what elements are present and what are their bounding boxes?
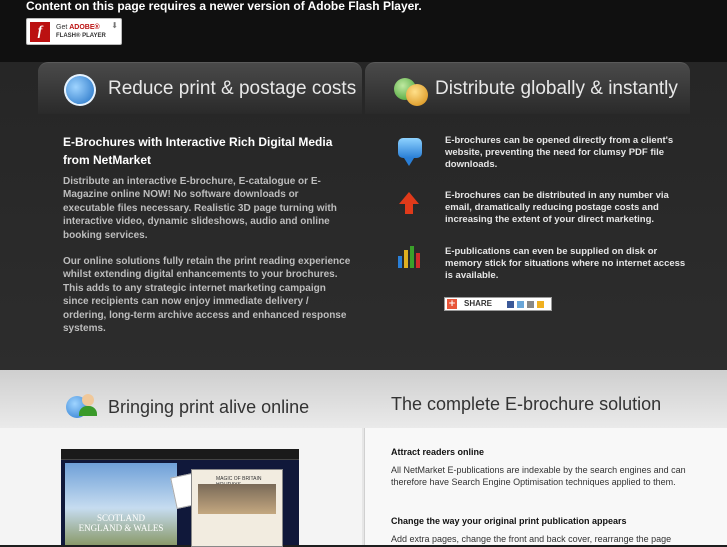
solutions-paragraph: Our online solutions fully retain the pr… <box>63 256 351 335</box>
people-globe-icon <box>66 388 100 418</box>
bar-chart-icon <box>398 246 420 268</box>
feature-item: E-brochures can be opened directly from … <box>445 135 674 170</box>
inside-page-image <box>198 484 276 514</box>
feature-item: E-brochures can be distributed in any nu… <box>445 190 669 225</box>
bringing-print-title: Bringing print alive online <box>108 397 310 417</box>
flash-badge-brand: ADOBE® <box>69 24 100 31</box>
facebook-icon <box>507 301 514 308</box>
flash-badge-line2: FLASH® PLAYER <box>56 33 106 39</box>
e-brochure-preview[interactable]: SCOTLAND ENGLAND & WALES MAGIC OF BRITAI… <box>61 449 299 547</box>
item-text: All NetMarket E-publications are indexab… <box>391 465 686 487</box>
flash-message: Content on this page requires a newer ve… <box>26 0 422 13</box>
favorite-icon <box>537 301 544 308</box>
download-icon: ⬇ <box>111 21 118 30</box>
tab-reduce-costs-title: Reduce print & postage costs <box>108 78 357 99</box>
share-label: SHARE <box>464 299 493 308</box>
bookmark-icon <box>517 301 524 308</box>
plus-icon: + <box>447 299 457 309</box>
item-heading: Change the way your original print publi… <box>391 516 627 526</box>
complete-solution-title: The complete E-brochure solution <box>391 394 662 414</box>
flash-badge-get: Get <box>56 24 70 31</box>
cover-title: SCOTLAND ENGLAND & WALES <box>78 513 164 533</box>
inside-page: MAGIC OF BRITAIN HOLIDAYS <box>191 469 283 547</box>
share-button[interactable]: + SHARE <box>444 297 552 311</box>
intro-paragraph: Distribute an interactive E-brochure, E-… <box>63 176 337 241</box>
section-heading: E-Brochures with Interactive Rich Digita… <box>63 135 333 167</box>
get-flash-player-button[interactable]: f Get ADOBE® FLASH® PLAYER ⬇ <box>26 18 122 45</box>
speech-bubble-icon <box>398 138 422 166</box>
feature-item: E-publications can even be supplied on d… <box>445 246 686 281</box>
email-icon <box>527 301 534 308</box>
flash-badge-line1: Get ADOBE® <box>56 24 100 31</box>
item-heading: Attract readers online <box>391 447 485 457</box>
item-text: Add extra pages, change the front and ba… <box>391 534 672 544</box>
flash-logo-icon: f <box>30 22 50 42</box>
globe-network-icon <box>394 74 428 106</box>
tab-distribute-title: Distribute globally & instantly <box>435 78 678 99</box>
up-arrow-icon <box>399 192 419 214</box>
viewer-toolbar <box>61 449 299 460</box>
